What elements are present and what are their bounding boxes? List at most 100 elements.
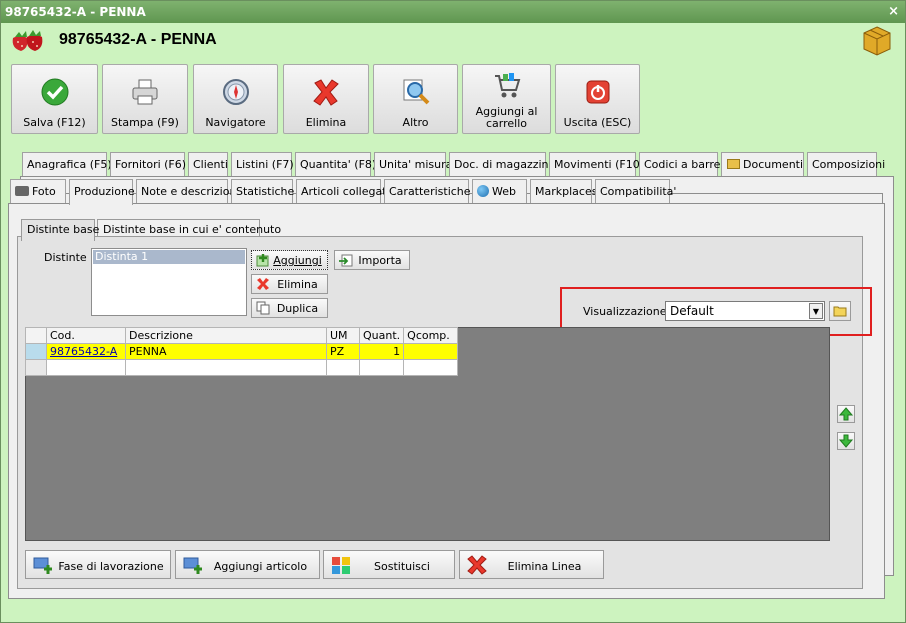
cell-descrizione[interactable]: PENNA [125,343,327,360]
tab-markplaces[interactable]: Markplaces [530,179,597,203]
tab-quantita[interactable]: Quantita' (F8) [295,152,376,176]
tab-foto[interactable]: Foto [10,179,66,203]
duplicate-button-label: Duplica [276,302,319,315]
delete-button[interactable]: Elimina [283,64,369,134]
replace-button-label: Sostituisci [374,560,430,573]
power-icon [586,80,609,104]
duplicate-button[interactable]: Duplica [251,298,328,318]
arrow-up-icon [838,407,854,421]
delete-x-icon [313,79,339,106]
import-button[interactable]: Importa [334,250,410,270]
tab-produzione[interactable]: Produzione [69,179,135,205]
cell-cod[interactable] [46,359,126,376]
boxes-icon[interactable] [861,25,893,57]
fase-lavorazione-button[interactable]: Fase di lavorazione [25,550,171,579]
folder-icon [727,159,740,169]
tab-listini[interactable]: Listini (F7) [231,152,294,176]
exit-button[interactable]: Uscita (ESC) [555,64,640,134]
other-button[interactable]: Altro [373,64,458,134]
tab-fornitori[interactable]: Fornitori (F6) [110,152,186,176]
main-window: 98765432-A - PENNA × 98765432-A - PENNA … [0,0,906,623]
table-row[interactable]: 98765432-A PENNA PZ 1 [25,343,459,360]
tab-documenti-label: Documenti [743,158,804,171]
window-title: 98765432-A - PENNA [5,5,146,19]
tab-clienti[interactable]: Clienti [188,152,228,176]
delete-line-label: Elimina Linea [507,560,582,573]
tab-composizioni[interactable]: Composizioni [807,152,885,176]
import-button-label: Importa [358,254,402,267]
add-distinta-button[interactable]: Aggiungi [251,250,328,270]
title-bar: 98765432-A - PENNA × [1,1,905,23]
list-item[interactable]: Distinta 1 [93,250,245,264]
navigator-button[interactable]: Navigatore [193,64,278,134]
print-button[interactable]: Stampa (F9) [102,64,188,134]
cell-qcomp[interactable] [403,343,459,360]
save-button-label: Salva (F12) [23,116,86,129]
tab-movimenti[interactable]: Movimenti (F10) [549,152,644,176]
arrow-down-icon [838,434,854,448]
tab-anagrafica[interactable]: Anagrafica (F5) [22,152,112,176]
row-indicator[interactable] [25,359,47,376]
add-distinta-label: Aggiungi [273,254,322,267]
print-button-label: Stampa (F9) [111,116,179,129]
compass-icon [222,79,249,105]
col-quant[interactable]: Quant. [358,327,405,344]
delete-distinta-button[interactable]: Elimina [251,274,328,294]
check-icon [41,78,68,106]
col-qcomp[interactable]: Qcomp. [403,327,459,344]
cell-qcomp[interactable] [403,359,459,376]
tab-codici-barre[interactable]: Codici a barre [639,152,720,176]
col-descrizione[interactable]: Descrizione [125,327,327,344]
tab-articoli-collegati[interactable]: Articoli collegati [296,179,390,203]
table-row[interactable] [25,359,459,376]
col-cod[interactable]: Cod. [46,327,126,344]
tab-web-label: Web [492,185,516,198]
printer-icon [132,79,158,105]
exit-button-label: Uscita (ESC) [563,116,632,129]
delete-button-label: Elimina [305,116,347,129]
subtab-distinte-base[interactable]: Distinte base [21,219,99,241]
tab-web[interactable]: Web [472,179,527,203]
cart-icon [494,73,520,98]
cell-cod[interactable]: 98765432-A [46,343,126,360]
add-article-button[interactable]: Aggiungi articolo [175,550,320,579]
add-to-cart-label: Aggiungi al carrello [475,105,538,130]
tab-caratteristiche[interactable]: Caratteristiche [384,179,471,203]
strawberry-logo-icon [12,30,43,51]
other-button-label: Altro [402,116,429,129]
tab-note-descrizioni[interactable]: Note e descrizioni [136,179,240,203]
fase-lavorazione-label: Fase di lavorazione [58,560,164,573]
distinte-listbox[interactable]: Distinta 1 [91,248,247,316]
magnifier-icon [403,79,429,105]
tab-foto-label: Foto [32,185,56,198]
distinta-grid[interactable]: Cod. Descrizione UM Quant. Qcomp. 987654… [25,327,459,376]
save-button[interactable]: Salva (F12) [11,64,98,134]
cell-um[interactable]: PZ [326,343,360,360]
tab-compatibilita[interactable]: Compatibilita' [595,179,676,203]
page-title: 98765432-A - PENNA [59,31,217,48]
navigator-button-label: Navigatore [205,116,266,129]
move-up-button[interactable] [837,405,855,423]
row-indicator-header [25,327,47,344]
replace-button[interactable]: Sostituisci [323,550,455,579]
cell-quant[interactable] [358,359,405,376]
col-um[interactable]: UM [326,327,360,344]
tab-statistiche[interactable]: Statistiche [231,179,294,203]
delete-distinta-label: Elimina [277,278,318,291]
distinte-label: Distinte : [44,251,94,264]
cell-um[interactable] [326,359,360,376]
globe-icon [477,185,489,197]
row-indicator[interactable] [25,343,47,360]
tab-unita-misura[interactable]: Unita' misura [374,152,452,176]
camera-icon [15,186,29,196]
add-article-label: Aggiungi articolo [213,560,308,573]
cell-descrizione[interactable] [125,359,327,376]
tab-documenti[interactable]: Documenti [721,152,804,176]
add-to-cart-button[interactable]: Aggiungi al carrello [462,64,551,134]
tab-doc-magazzino[interactable]: Doc. di magazzino [449,152,555,176]
move-down-button[interactable] [837,432,855,450]
close-icon[interactable]: × [888,4,899,19]
header: 98765432-A - PENNA [1,23,905,58]
delete-line-button[interactable]: Elimina Linea [459,550,604,579]
cell-quant[interactable]: 1 [358,343,405,360]
